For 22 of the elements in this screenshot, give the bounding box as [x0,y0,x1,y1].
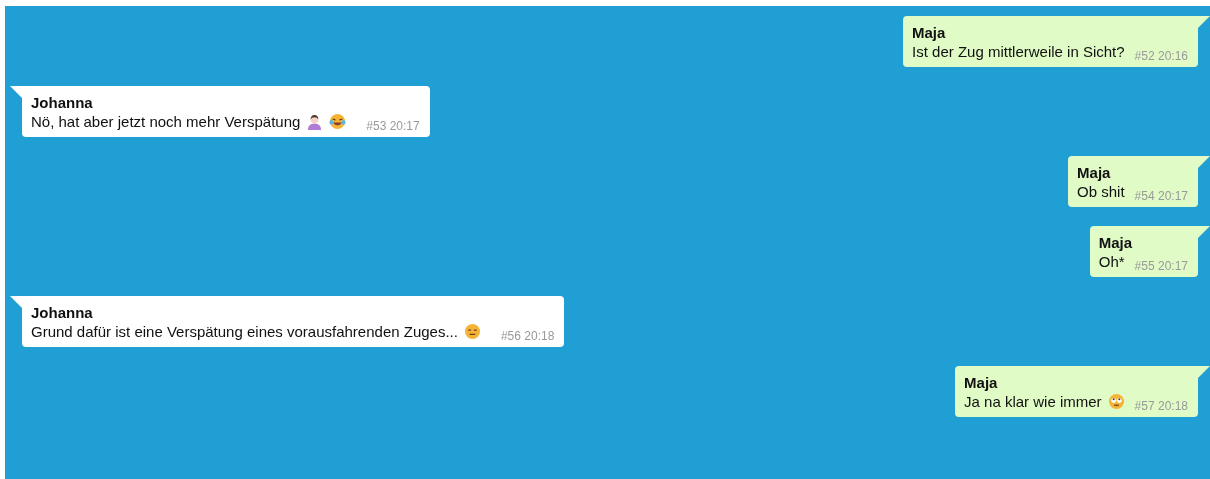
message-text: Grund dafür ist eine Verspätung eines vorausfahrenden Zuges... [31,322,458,341]
sender-name: Johanna [31,303,94,322]
message-number-time: #52 20:16 [1134,49,1188,63]
message-text: Oh* [1098,252,1125,271]
sender-name: Johanna [31,93,94,112]
sender-name: Maja [1077,163,1112,182]
message-number-time: #56 20:18 [500,329,555,343]
sender-name: Maja [1098,233,1134,252]
message-number-time: #53 20:17 [366,119,420,133]
message-text: Ob shit [1077,182,1125,201]
message-text: Ja na klar wie immer [964,392,1102,411]
sender-name: Maja [912,23,947,42]
message-number-time: #55 20:17 [1134,259,1188,273]
message-text: Ist der Zug mittlerweile in Sicht? [912,42,1125,61]
message-number-time: #57 20:18 [1134,399,1188,413]
eye-roll-emoji-icon [1107,393,1125,410]
sender-name: Maja [964,373,999,392]
message-text: Nö, hat aber jetzt noch mehr Verspätung [31,112,301,131]
laughing-emoji-icon [329,113,347,130]
person-emoji-icon [306,113,324,130]
message-number-time: #54 20:17 [1134,189,1188,203]
expressionless-emoji-icon [463,323,481,340]
